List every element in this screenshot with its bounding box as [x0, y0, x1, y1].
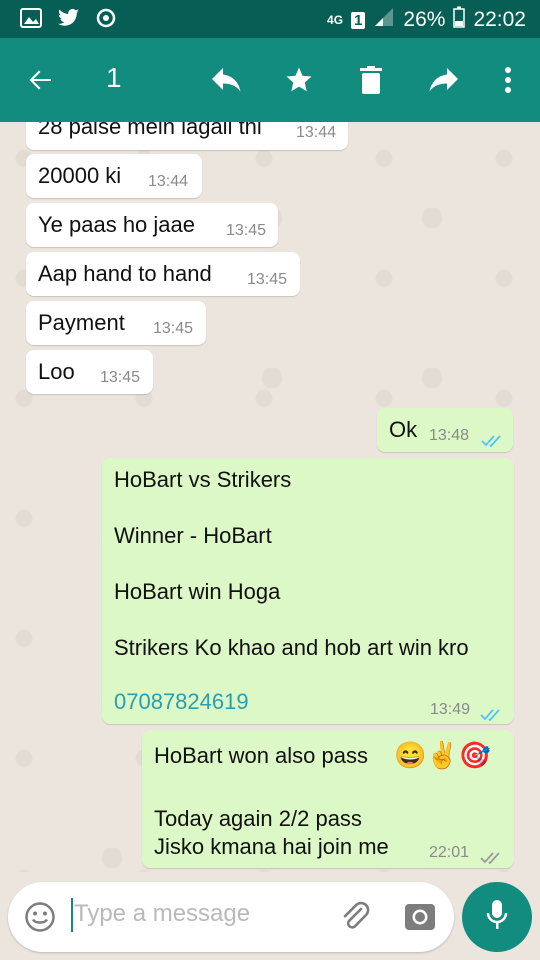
message-time: 13:44: [148, 173, 189, 190]
chrome-notification-icon: [96, 8, 116, 33]
camera-icon[interactable]: [404, 902, 436, 937]
message-text: Today again 2/2 pass: [154, 806, 362, 831]
message-time: 13:45: [100, 369, 141, 386]
message-text: Payment: [38, 310, 125, 335]
twitter-notification-icon: [58, 8, 80, 33]
message-incoming[interactable]: Loo 13:45: [26, 350, 153, 394]
signal-icon: [373, 7, 395, 33]
message-incoming[interactable]: 20000 ki 13:44: [26, 154, 202, 198]
more-vert-icon[interactable]: [488, 60, 528, 100]
message-text: HoBart win Hoga: [114, 579, 281, 604]
message-time: 13:44: [296, 124, 337, 141]
message-time: 13:45: [247, 271, 288, 288]
status-bar: 4G 1 26% 22:02: [0, 0, 540, 38]
sim-badge: 1: [351, 11, 366, 29]
battery-icon: [453, 6, 466, 34]
emoji-icon[interactable]: [24, 901, 56, 938]
emoji-text: 😄✌🎯: [394, 740, 492, 770]
message-text: Aap hand to hand: [38, 261, 212, 286]
star-icon[interactable]: [279, 60, 319, 100]
message-text: HoBart vs Strikers: [114, 467, 292, 492]
message-time: 13:45: [226, 222, 267, 239]
selection-toolbar: 1: [0, 38, 540, 122]
message-time: 13:48: [429, 427, 470, 444]
message-time: 13:49: [430, 701, 471, 718]
message-text: HoBart won also pass: [154, 743, 368, 768]
phone-number-link[interactable]: 07087824619: [114, 689, 249, 715]
message-text: Loo: [38, 359, 75, 384]
back-arrow-icon[interactable]: [20, 60, 60, 100]
network-type-label: 4G: [327, 13, 344, 27]
clock: 22:02: [473, 8, 526, 31]
delivered-receipt-icon: [480, 845, 502, 871]
read-receipt-icon: [480, 702, 502, 728]
message-incoming[interactable]: 28 paise mein lagali thi 13:44: [26, 122, 348, 150]
voice-record-button[interactable]: [462, 882, 532, 952]
message-input[interactable]: Type a message: [74, 900, 250, 928]
message-text: 28 paise mein lagali thi: [38, 122, 262, 139]
message-outgoing[interactable]: Ok 13:48: [377, 408, 513, 452]
message-time: 22:01: [429, 844, 470, 861]
message-text: Winner - HoBart: [114, 523, 272, 548]
message-text: Jisko kmana hai join me: [154, 834, 389, 859]
message-time: 13:45: [153, 320, 194, 337]
gallery-notification-icon: [20, 8, 42, 33]
read-receipt-icon: [481, 428, 503, 454]
message-outgoing[interactable]: HoBart vs Strikers Winner - HoBart HoBar…: [102, 458, 514, 724]
message-text: Ok: [389, 417, 418, 442]
message-composer: Type a message: [8, 882, 454, 952]
delete-icon[interactable]: [351, 60, 391, 100]
forward-icon[interactable]: [423, 60, 463, 100]
attach-icon[interactable]: [338, 900, 372, 939]
message-outgoing[interactable]: HoBart won also pass 😄✌🎯 Today again 2/2…: [142, 730, 514, 868]
battery-percent: 26%: [403, 8, 446, 31]
message-incoming[interactable]: Ye paas ho jaae 13:45: [26, 203, 278, 247]
chat-area[interactable]: 28 paise mein lagali thi 13:44 20000 ki …: [0, 122, 540, 872]
text-cursor: [71, 898, 73, 932]
message-incoming[interactable]: Payment 13:45: [26, 301, 206, 345]
selected-count: 1: [106, 62, 122, 93]
message-text: Ye paas ho jaae: [38, 212, 195, 237]
microphone-icon: [486, 899, 508, 936]
reply-icon[interactable]: [207, 60, 247, 100]
message-text: 20000 ki: [38, 163, 122, 188]
message-text: Strikers Ko khao and hob art win kro: [114, 635, 469, 660]
message-incoming[interactable]: Aap hand to hand 13:45: [26, 252, 300, 296]
